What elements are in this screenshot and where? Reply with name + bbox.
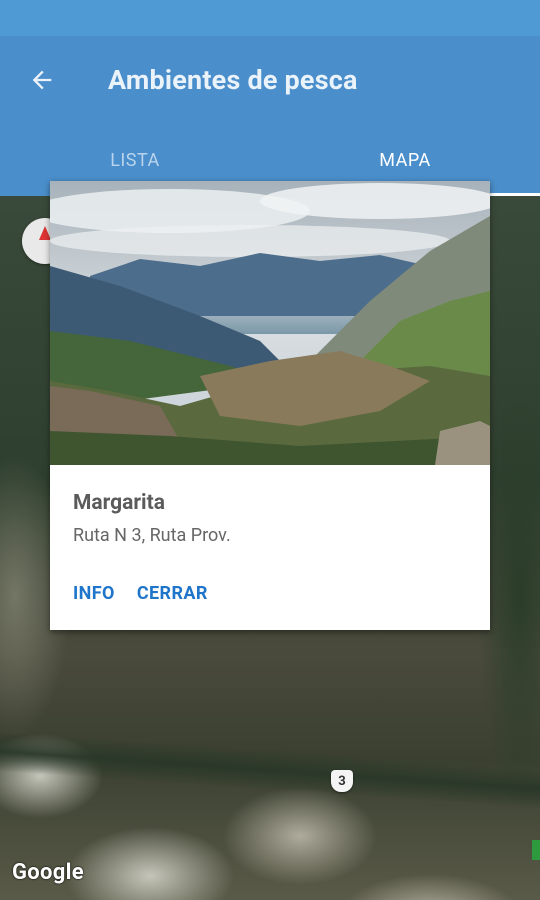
route-shield: 3 [331,770,353,792]
app-bar: Ambientes de pesca [0,36,540,124]
map-marker[interactable] [532,840,540,860]
place-name: Margarita [73,491,165,515]
info-window-body: Margarita Ruta N 3, Ruta Prov. INFO CERR… [50,465,490,630]
status-bar [0,0,540,36]
info-window-actions: INFO CERRAR [73,583,208,604]
google-logo: Google [12,860,84,885]
page-title: Ambientes de pesca [108,64,358,96]
info-window: Margarita Ruta N 3, Ruta Prov. INFO CERR… [50,181,490,630]
place-address: Ruta N 3, Ruta Prov. [73,525,231,546]
place-photo [50,181,490,465]
map-river [0,730,540,812]
info-button[interactable]: INFO [73,583,115,604]
back-button[interactable] [14,52,70,108]
close-button[interactable]: CERRAR [137,583,208,604]
arrow-left-icon [32,70,52,90]
